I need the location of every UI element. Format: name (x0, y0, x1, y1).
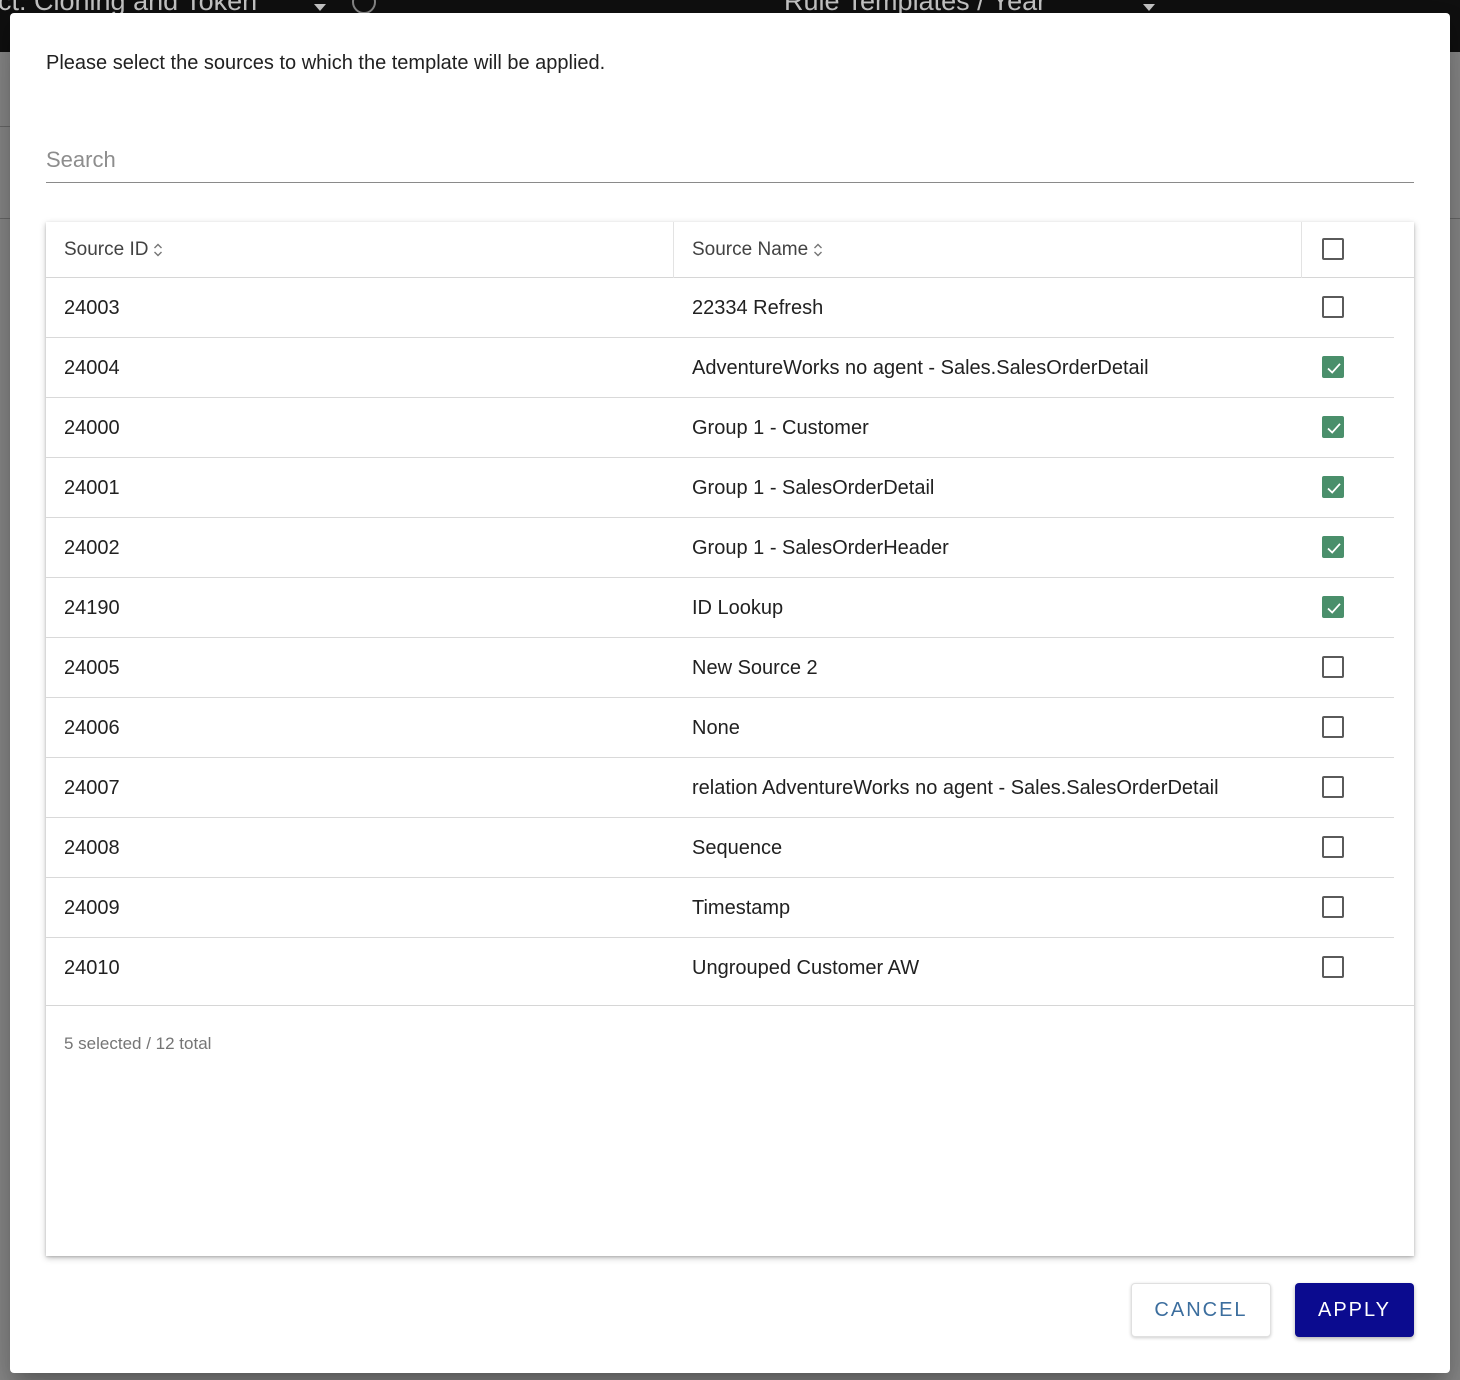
table-row[interactable]: 24190 ID Lookup (46, 578, 1394, 638)
row-checkbox[interactable] (1322, 536, 1344, 558)
source-name-cell: Timestamp (692, 896, 791, 919)
background-divider (0, 218, 10, 219)
source-name-cell: AdventureWorks no agent - Sales.SalesOrd… (692, 356, 1149, 379)
row-checkbox[interactable] (1322, 416, 1344, 438)
table-header: Source ID Source Name (46, 222, 1414, 278)
select-all-checkbox[interactable] (1322, 238, 1344, 260)
row-checkbox[interactable] (1322, 656, 1344, 678)
source-name-cell: relation AdventureWorks no agent - Sales… (692, 776, 1219, 799)
source-id-cell: 24005 (64, 656, 120, 679)
source-name-cell: Group 1 - SalesOrderHeader (692, 536, 949, 559)
source-name-cell: Group 1 - SalesOrderDetail (692, 476, 935, 499)
row-checkbox[interactable] (1322, 296, 1344, 318)
source-name-cell: 22334 Refresh (692, 296, 824, 319)
table-row[interactable]: 24009 Timestamp (46, 878, 1394, 938)
source-id-cell: 24010 (64, 956, 120, 979)
source-name-cell: New Source 2 (692, 656, 818, 679)
checkmark-icon (1327, 543, 1341, 554)
table-row[interactable]: 24004 AdventureWorks no agent - Sales.Sal… (46, 338, 1394, 398)
table-row[interactable]: 24006 None (46, 698, 1394, 758)
row-checkbox[interactable] (1322, 956, 1344, 978)
source-id-cell: 24000 (64, 416, 120, 439)
table-row[interactable]: 24008 Sequence (46, 818, 1394, 878)
apply-button[interactable]: APPLY (1295, 1283, 1414, 1337)
row-checkbox[interactable] (1322, 776, 1344, 798)
column-header-select (1302, 222, 1414, 278)
table-row[interactable]: 24007 relation AdventureWorks no agent - … (46, 758, 1394, 818)
source-id-cell: 24006 (64, 716, 120, 739)
checkmark-icon (1327, 483, 1341, 494)
sort-icon (153, 241, 163, 259)
row-checkbox[interactable] (1322, 836, 1344, 858)
column-header-label: Source Name (692, 239, 809, 260)
row-checkbox[interactable] (1322, 716, 1344, 738)
search-field[interactable] (46, 139, 1414, 183)
dialog-instruction: Please select the sources to which the t… (46, 52, 606, 74)
checkmark-icon (1327, 423, 1341, 434)
table-row[interactable]: 24001 Group 1 - SalesOrderDetail (46, 458, 1394, 518)
source-id-cell: 24008 (64, 836, 120, 859)
selection-count: 5 selected / 12 total (64, 1034, 212, 1053)
cancel-button[interactable]: CANCEL (1131, 1283, 1271, 1337)
source-name-cell: None (692, 716, 740, 739)
column-header-source-name[interactable]: Source Name (674, 222, 1302, 278)
table-row[interactable]: 24010 Ungrouped Customer AW (46, 938, 1414, 998)
source-id-cell: 24002 (64, 536, 120, 559)
sources-table: Source ID Source Name 24003 22334 Refresh… (46, 222, 1414, 1256)
column-header-source-id[interactable]: Source ID (46, 222, 674, 278)
source-id-cell: 24003 (64, 296, 120, 319)
background-divider (0, 126, 10, 127)
table-row[interactable]: 24005 New Source 2 (46, 638, 1394, 698)
checkmark-icon (1327, 363, 1341, 374)
column-header-label: Source ID (64, 239, 149, 260)
source-name-cell: Ungrouped Customer AW (692, 956, 920, 979)
row-checkbox[interactable] (1322, 356, 1344, 378)
source-id-cell: 24007 (64, 776, 120, 799)
table-row[interactable]: 24000 Group 1 - Customer (46, 398, 1394, 458)
source-name-cell: Group 1 - Customer (692, 416, 869, 439)
source-id-cell: 24001 (64, 476, 120, 499)
select-sources-dialog: Please select the sources to which the t… (10, 13, 1450, 1373)
search-input[interactable] (46, 139, 1414, 181)
chevron-down-icon (1143, 4, 1155, 11)
table-footer: 5 selected / 12 total (46, 1005, 1414, 1077)
row-checkbox[interactable] (1322, 596, 1344, 618)
source-id-cell: 24009 (64, 896, 120, 919)
sort-icon (813, 241, 823, 259)
row-checkbox[interactable] (1322, 896, 1344, 918)
source-id-cell: 24004 (64, 356, 120, 379)
source-id-cell: 24190 (64, 596, 120, 619)
table-row[interactable]: 24003 22334 Refresh (46, 278, 1394, 338)
checkmark-icon (1327, 603, 1341, 614)
table-body: 24003 22334 Refresh 24004 AdventureWorks no… (46, 278, 1414, 998)
link-off-icon (352, 0, 376, 14)
chevron-down-icon (314, 4, 326, 11)
row-checkbox[interactable] (1322, 476, 1344, 498)
source-name-cell: Sequence (692, 836, 783, 859)
table-row[interactable]: 24002 Group 1 - SalesOrderHeader (46, 518, 1394, 578)
background-divider (1450, 218, 1460, 219)
source-name-cell: ID Lookup (692, 596, 784, 619)
